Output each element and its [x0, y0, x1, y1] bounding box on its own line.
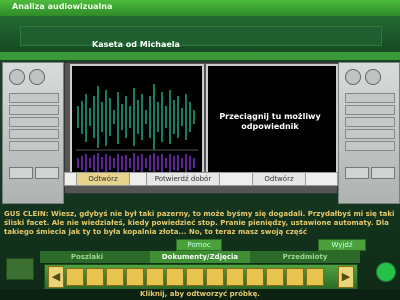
- inventory-item[interactable]: [106, 268, 124, 286]
- inventory-item[interactable]: [186, 268, 204, 286]
- knob: [9, 69, 25, 85]
- tab-clues[interactable]: Poszlaki: [52, 251, 122, 263]
- panel-button: [345, 167, 369, 179]
- exit-button[interactable]: Wyjdź: [318, 239, 366, 251]
- inventory-item[interactable]: [306, 268, 324, 286]
- knob: [345, 69, 361, 85]
- status-bar: Kliknij, aby odtworzyć próbkę.: [0, 289, 400, 300]
- arrow-left-icon[interactable]: ◀: [48, 266, 64, 288]
- inventory-item[interactable]: [86, 268, 104, 286]
- inventory-item[interactable]: [286, 268, 304, 286]
- tab-documents-photos[interactable]: Dokumenty/Zdjęcia: [150, 251, 250, 263]
- slot: [345, 129, 395, 139]
- status-text: Kliknij, aby odtworzyć próbkę.: [140, 290, 260, 298]
- slot: [9, 129, 59, 139]
- play-right-button[interactable]: Odtwórz: [252, 172, 306, 186]
- confirm-match-button[interactable]: Potwierdź dobór: [146, 172, 220, 186]
- inventory-item[interactable]: [266, 268, 284, 286]
- house-icon[interactable]: [6, 258, 34, 280]
- left-side-panel: [2, 62, 64, 204]
- globe-icon[interactable]: [376, 262, 396, 282]
- drop-hint: Przeciągnij tu możliwy odpowiednik: [219, 112, 321, 131]
- slot: [9, 105, 59, 115]
- window-title: Analiza audiowizualna: [12, 2, 113, 11]
- tab-items[interactable]: Przedmioty: [270, 251, 340, 263]
- panel-button: [35, 167, 59, 179]
- waveform-panel[interactable]: [70, 64, 204, 184]
- inventory-item[interactable]: [206, 268, 224, 286]
- top-band: [0, 16, 400, 52]
- waveform-green: [77, 84, 195, 150]
- slot: [9, 117, 59, 127]
- dialog-text: GUS CLEIN: Wiesz, gdybyś nie był taki pa…: [4, 210, 395, 236]
- inventory-item[interactable]: [126, 268, 144, 286]
- inventory-item[interactable]: [166, 268, 184, 286]
- slot: [345, 105, 395, 115]
- inventory-item[interactable]: [246, 268, 264, 286]
- panel-button: [371, 167, 395, 179]
- knob: [365, 69, 381, 85]
- slot: [345, 117, 395, 127]
- panel-button: [9, 167, 33, 179]
- header-strip: [20, 26, 382, 46]
- section-title: Kaseta od Michaela: [92, 40, 180, 49]
- inventory-item[interactable]: [226, 268, 244, 286]
- arrow-right-icon[interactable]: ▶: [338, 266, 354, 288]
- help-button[interactable]: Pomoc: [176, 239, 222, 251]
- slot: [345, 93, 395, 103]
- green-band: [0, 52, 400, 60]
- inventory-item[interactable]: [146, 268, 164, 286]
- waveform-graphic: [76, 84, 198, 173]
- knob: [29, 69, 45, 85]
- waveform-purple: [77, 153, 195, 173]
- title-bar: Analiza audiowizualna: [0, 0, 400, 17]
- play-left-button[interactable]: Odtwórz: [76, 172, 130, 186]
- inventory-item[interactable]: [66, 268, 84, 286]
- slot: [9, 93, 59, 103]
- slot: [9, 141, 59, 151]
- slot: [345, 141, 395, 151]
- right-side-panel: [338, 62, 400, 204]
